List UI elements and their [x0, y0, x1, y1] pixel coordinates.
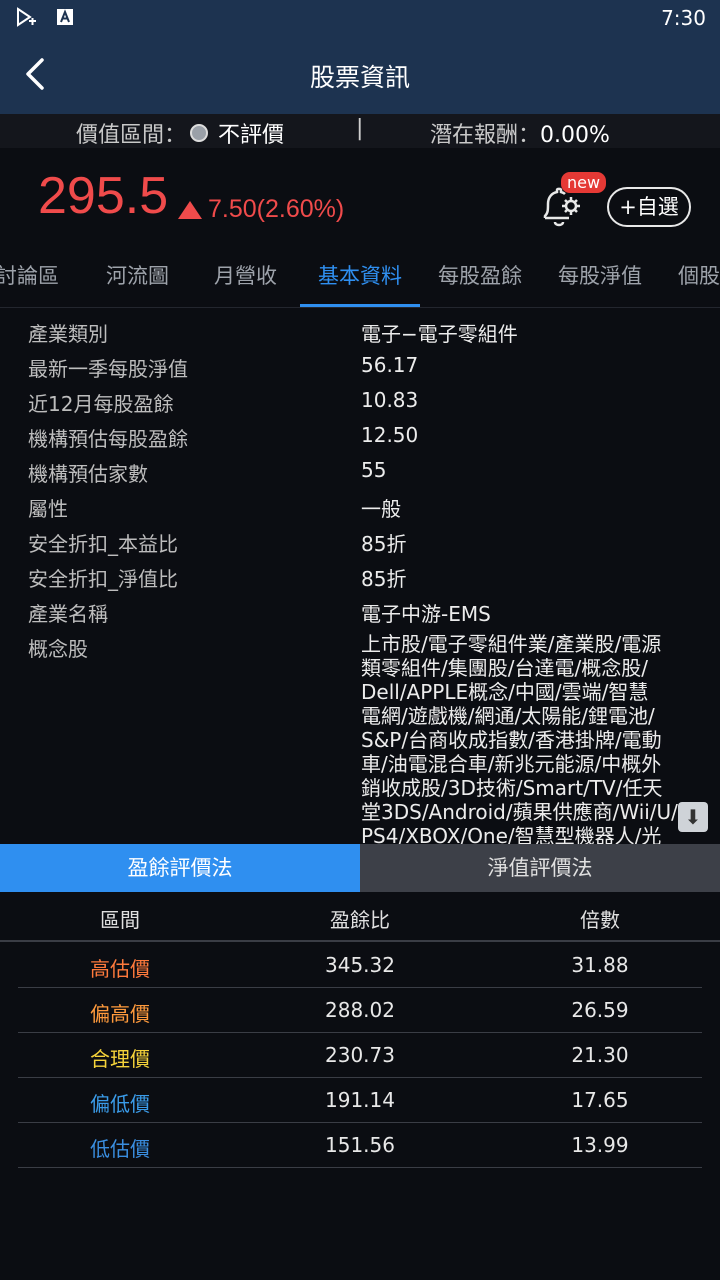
concept-label: 概念股 — [28, 637, 88, 661]
range-label: 偏高價 — [90, 1002, 150, 1026]
tab-river-chart[interactable]: 河流圖 — [106, 260, 169, 290]
info-label: 最新一季每股淨值 — [28, 357, 188, 381]
info-value: 56.17 — [361, 353, 419, 377]
concept-line: 堂3DS/Android/蘋果供應商/Wii/U/ — [361, 800, 678, 824]
info-value: 電子中游-EMS — [361, 602, 491, 626]
potential-return-value: 0.00% — [540, 123, 610, 148]
page-title: 股票資訊 — [309, 63, 410, 92]
stock-price: 295.5 — [38, 167, 169, 225]
price-value: 151.56 — [325, 1133, 395, 1157]
multiple-value: 31.88 — [571, 953, 629, 977]
rating-value: 不評價 — [218, 123, 285, 148]
range-label: 低估價 — [90, 1137, 150, 1161]
status-bar: 7:30 — [0, 0, 720, 36]
column-header-multiple: 倍數 — [580, 908, 620, 932]
concept-line: Dell/APPLE概念/中國/雲端/智慧 — [361, 680, 649, 704]
info-label: 安全折扣_淨值比 — [28, 567, 178, 591]
tab-discussion[interactable]: 討論區 — [0, 260, 59, 290]
tab-bar: 討論區 河流圖 月營收 基本資料 每股盈餘 每股淨值 個股 — [0, 242, 720, 308]
tab-nav-valuation[interactable]: 淨值評價法 — [360, 844, 720, 892]
info-label: 屬性 — [28, 497, 68, 521]
play-store-icon — [17, 7, 36, 27]
range-label: 合理價 — [90, 1047, 150, 1071]
info-label: 近12月每股盈餘 — [28, 392, 174, 416]
active-tab-indicator — [300, 304, 420, 307]
info-value: 55 — [361, 458, 387, 482]
tab-monthly-revenue[interactable]: 月營收 — [214, 260, 277, 290]
column-header-price: 盈餘比 — [330, 908, 390, 932]
multiple-value: 21.30 — [571, 1043, 629, 1067]
price-change: 7.50(2.60%) — [178, 195, 344, 224]
status-time: 7:30 — [661, 6, 706, 30]
tab-eps[interactable]: 每股盈餘 — [438, 260, 522, 290]
info-value: 10.83 — [361, 388, 419, 412]
table-row: 高估價 345.32 31.88 — [18, 943, 702, 988]
concept-line: PS4/XBOX/One/智慧型機器人/光 — [361, 824, 662, 844]
info-label: 機構預估每股盈餘 — [28, 427, 188, 451]
app-a-icon — [57, 9, 73, 25]
table-row: 偏低價 191.14 17.65 — [18, 1078, 702, 1123]
price-value: 230.73 — [325, 1043, 395, 1067]
app-bar: 股票資訊 — [0, 36, 720, 114]
info-value: 12.50 — [361, 423, 419, 447]
info-label: 機構預估家數 — [28, 462, 148, 486]
concept-line: 上市股/電子零組件業/產業股/電源 — [361, 632, 662, 656]
multiple-value: 26.59 — [571, 998, 629, 1022]
basic-info-list[interactable]: 產業類別 電子−電子零組件 最新一季每股淨值 56.17 近12月每股盈餘 10.83… — [0, 310, 720, 844]
tab-nav-per-share[interactable]: 每股淨值 — [558, 260, 642, 290]
range-label: 高估價 — [90, 957, 150, 981]
table-row: 合理價 230.73 21.30 — [18, 1033, 702, 1078]
potential-return-label: 潛在報酬： — [430, 123, 541, 148]
quote-area: 295.5 7.50(2.60%) new +自選 — [0, 148, 720, 242]
tab-basic-info[interactable]: 基本資料 — [318, 260, 402, 290]
concept-line: S&P/台商收成指數/香港掛牌/電動 — [361, 728, 662, 752]
value-range-label: 價值區間： — [76, 123, 187, 148]
info-label: 產業名稱 — [28, 602, 108, 626]
concept-line: 類零組件/集團股/台達電/概念股/ — [361, 656, 648, 680]
price-value: 191.14 — [325, 1088, 395, 1112]
new-badge: new — [561, 172, 607, 193]
valuation-method-tabs: 盈餘評價法 淨值評價法 — [0, 844, 720, 892]
info-label: 產業類別 — [28, 322, 108, 346]
concept-line: 電網/遊戲機/網通/太陽能/鋰電池/ — [361, 704, 655, 728]
column-header-range: 區間 — [100, 908, 140, 932]
value-range-bar: 價值區間： 不評價 | 潛在報酬：0.00% — [0, 114, 720, 148]
price-value: 288.02 — [325, 998, 395, 1022]
range-label: 偏低價 — [90, 1092, 150, 1116]
tab-individual[interactable]: 個股 — [678, 260, 720, 290]
concept-line: 銷收成股/3D技術/Smart/TV/任天 — [361, 776, 663, 800]
multiple-value: 13.99 — [571, 1133, 629, 1157]
tab-eps-valuation[interactable]: 盈餘評價法 — [0, 844, 360, 892]
divider: | — [356, 116, 364, 141]
multiple-value: 17.65 — [571, 1088, 629, 1112]
valuation-table-header: 區間 盈餘比 倍數 — [0, 892, 720, 942]
rating-dot-icon — [190, 124, 209, 142]
price-value: 345.32 — [325, 953, 395, 977]
info-value: 85折 — [361, 532, 407, 556]
info-value: 電子−電子零組件 — [361, 322, 518, 346]
table-row: 偏高價 288.02 26.59 — [18, 988, 702, 1033]
info-label: 安全折扣_本益比 — [28, 532, 178, 556]
add-watchlist-button[interactable]: +自選 — [607, 187, 691, 227]
table-row: 低估價 151.56 13.99 — [18, 1123, 702, 1168]
price-change-value: 7.50(2.60%) — [208, 195, 345, 223]
concept-line: 車/油電混合車/新兆元能源/中概外 — [361, 752, 662, 776]
info-value: 85折 — [361, 567, 407, 591]
up-triangle-icon — [178, 200, 202, 219]
scroll-down-arrow-icon[interactable]: ⬇ — [678, 802, 708, 832]
concept-stocks-text: 上市股/電子零組件業/產業股/電源 類零組件/集團股/台達電/概念股/ Dell… — [361, 632, 687, 844]
info-value: 一般 — [361, 497, 401, 521]
